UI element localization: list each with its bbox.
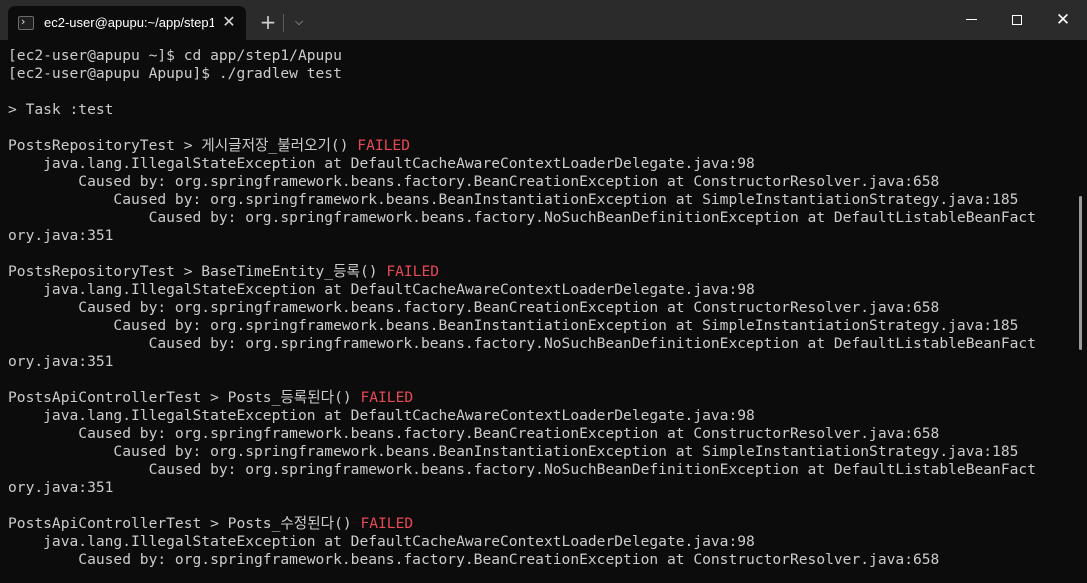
scrollbar-thumb[interactable]: [1079, 196, 1082, 350]
terminal-line: Caused by: org.springframework.beans.Bea…: [8, 317, 1070, 335]
terminal-line-text: Caused by: org.springframework.beans.fac…: [8, 461, 1036, 478]
terminal-line-text: ory.java:351: [8, 479, 114, 496]
terminal-line: Caused by: org.springframework.beans.fac…: [8, 425, 1070, 443]
terminal-window: › ec2-user@apupu:~/app/step1 ✕ + ⌵ ✕ [ec…: [0, 0, 1087, 583]
terminal-line-text: Caused by: org.springframework.beans.Bea…: [8, 317, 1019, 334]
terminal-line: java.lang.IllegalStateException at Defau…: [8, 281, 1070, 299]
terminal-line-text: ory.java:351: [8, 227, 114, 244]
terminal-line-text: ory.java:351: [8, 353, 114, 370]
terminal-line: PostsRepositoryTest > 게시글저장_불러오기() FAILE…: [8, 137, 1070, 155]
terminal-line-text: java.lang.IllegalStateException at Defau…: [8, 407, 755, 424]
terminal-line-text: Caused by: org.springframework.beans.fac…: [8, 335, 1036, 352]
terminal-line: Caused by: org.springframework.beans.fac…: [8, 299, 1070, 317]
terminal-line: PostsRepositoryTest > BaseTimeEntity_등록(…: [8, 263, 1070, 281]
terminal-line: ory.java:351: [8, 353, 1070, 371]
terminal-line-text: java.lang.IllegalStateException at Defau…: [8, 533, 755, 550]
test-status-failed: FAILED: [360, 515, 414, 532]
maximize-icon: [1012, 15, 1022, 25]
close-icon: ✕: [1055, 10, 1071, 30]
terminal-line-text: Caused by: org.springframework.beans.Bea…: [8, 191, 1019, 208]
terminal-line: Caused by: org.springframework.beans.Bea…: [8, 443, 1070, 461]
terminal-line: Caused by: org.springframework.beans.fac…: [8, 335, 1070, 353]
title-bar: › ec2-user@apupu:~/app/step1 ✕ + ⌵ ✕: [0, 0, 1087, 40]
terminal-line-text: Caused by: org.springframework.beans.fac…: [8, 425, 940, 442]
powershell-icon: ›: [18, 15, 34, 30]
terminal-line-text: PostsApiControllerTest > Posts_수정된다(): [8, 515, 361, 532]
tab-close-icon[interactable]: ✕: [220, 13, 238, 31]
tab-title: ec2-user@apupu:~/app/step1: [44, 15, 214, 30]
maximize-button[interactable]: [994, 0, 1040, 40]
terminal-line-text: PostsRepositoryTest > BaseTimeEntity_등록(…: [8, 263, 387, 280]
terminal-line-text: > Task :test: [8, 101, 114, 118]
terminal-line-text: java.lang.IllegalStateException at Defau…: [8, 281, 755, 298]
terminal-line: PostsApiControllerTest > Posts_등록된다() FA…: [8, 389, 1070, 407]
terminal-line: Caused by: org.springframework.beans.fac…: [8, 173, 1070, 191]
terminal-line-text: Caused by: org.springframework.beans.fac…: [8, 209, 1036, 226]
chevron-down-icon[interactable]: ⌵: [290, 13, 308, 31]
close-button[interactable]: ✕: [1040, 0, 1086, 40]
terminal-output[interactable]: [ec2-user@apupu ~]$ cd app/step1/Apupu [e…: [8, 47, 1070, 583]
terminal-line: Caused by: org.springframework.beans.fac…: [8, 551, 1070, 569]
terminal-line-text: PostsApiControllerTest > Posts_등록된다(): [8, 389, 361, 406]
minimize-button[interactable]: [949, 0, 995, 40]
terminal-line: java.lang.IllegalStateException at Defau…: [8, 533, 1070, 551]
terminal-line-text: Caused by: org.springframework.beans.fac…: [8, 551, 940, 568]
new-tab-button[interactable]: +: [258, 12, 278, 32]
terminal-line: > Task :test: [8, 101, 1070, 119]
terminal-line: Caused by: org.springframework.beans.fac…: [8, 209, 1070, 227]
minimize-icon: [966, 19, 977, 20]
terminal-line-text: Caused by: org.springframework.beans.fac…: [8, 299, 940, 316]
tab-separator: [283, 14, 284, 32]
tab-terminal[interactable]: › ec2-user@apupu:~/app/step1 ✕: [8, 6, 246, 40]
terminal-line-text: Caused by: org.springframework.beans.fac…: [8, 173, 940, 190]
terminal-line: java.lang.IllegalStateException at Defau…: [8, 407, 1070, 425]
terminal-line: [ec2-user@apupu ~]$ cd app/step1/Apupu: [8, 47, 1070, 65]
terminal-line-text: PostsRepositoryTest > 게시글저장_불러오기(): [8, 137, 358, 154]
terminal-line: [ec2-user@apupu Apupu]$ ./gradlew test: [8, 65, 1070, 83]
terminal-line: Caused by: org.springframework.beans.fac…: [8, 461, 1070, 479]
terminal-line: ory.java:351: [8, 227, 1070, 245]
terminal-line-text: java.lang.IllegalStateException at Defau…: [8, 155, 755, 172]
test-status-failed: FAILED: [357, 137, 410, 154]
terminal-line: ory.java:351: [8, 479, 1070, 497]
terminal-line-text: [ec2-user@apupu Apupu]$ ./gradlew test: [8, 65, 342, 82]
test-status-failed: FAILED: [360, 389, 414, 406]
terminal-line: Caused by: org.springframework.beans.Bea…: [8, 191, 1070, 209]
test-status-failed: FAILED: [386, 263, 440, 280]
terminal-line-text: Caused by: org.springframework.beans.Bea…: [8, 443, 1019, 460]
terminal-line: PostsApiControllerTest > Posts_수정된다() FA…: [8, 515, 1070, 533]
terminal-line-text: [ec2-user@apupu ~]$ cd app/step1/Apupu: [8, 47, 342, 64]
terminal-line: java.lang.IllegalStateException at Defau…: [8, 155, 1070, 173]
